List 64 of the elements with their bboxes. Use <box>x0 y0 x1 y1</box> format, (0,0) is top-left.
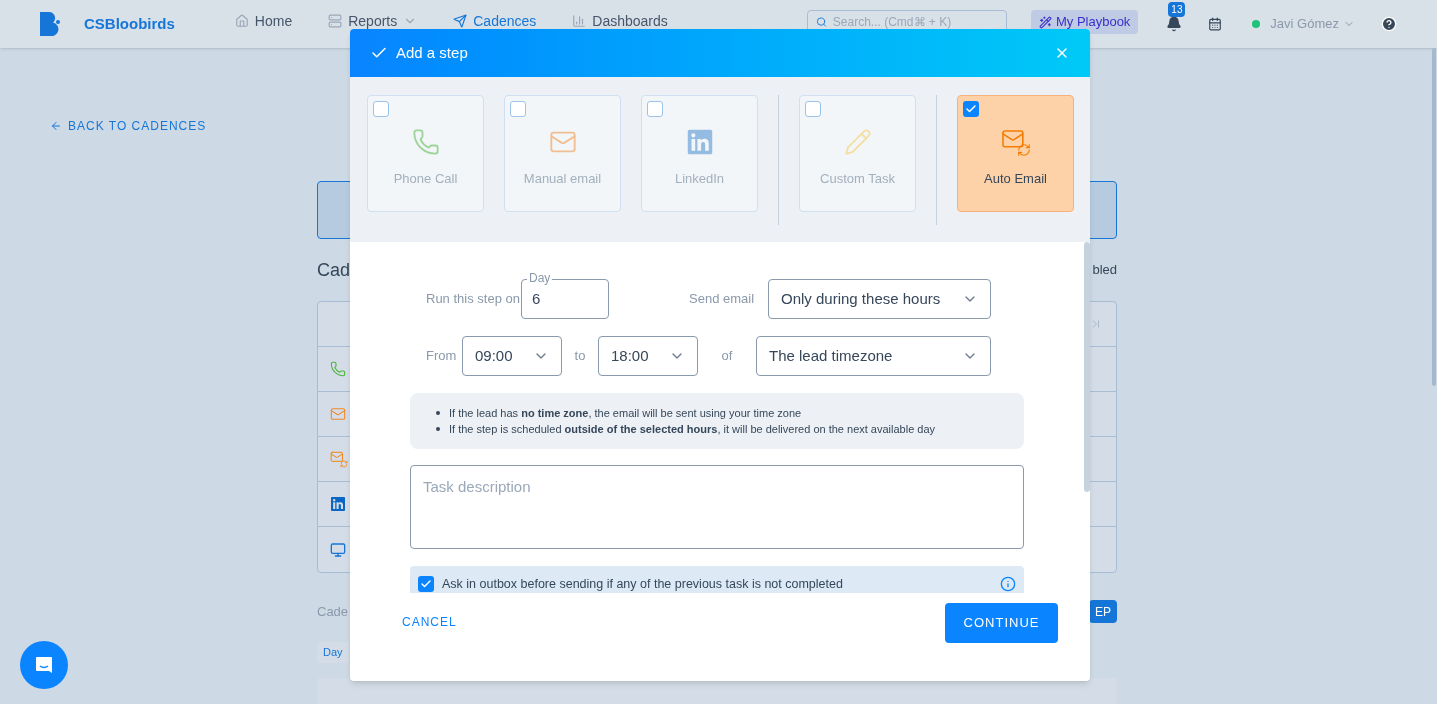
chat-icon <box>34 655 54 675</box>
info-text: If the lead has no time zone, the email will be sent using your time zone <box>449 406 802 421</box>
field-label: Send email <box>689 290 756 309</box>
send-mode-select[interactable]: Only during these hours <box>768 279 991 319</box>
linkedin-icon <box>685 127 714 156</box>
monitor-icon <box>330 541 346 558</box>
description-field[interactable]: Task description <box>410 465 1024 549</box>
checkbox[interactable] <box>418 576 434 592</box>
field-label: Run this step on <box>425 290 521 309</box>
field-label: From <box>425 347 458 366</box>
nav-link[interactable]: Reports <box>328 13 398 29</box>
dialog-title: Add a step <box>396 42 468 63</box>
step-type-card[interactable]: Auto Email <box>957 95 1074 212</box>
phone-icon <box>411 127 440 156</box>
add-step-button[interactable]: EP <box>1089 600 1117 623</box>
last-page-icon[interactable] <box>1090 318 1102 330</box>
page-title: Cad <box>317 258 351 282</box>
bar-chart-icon <box>572 14 587 28</box>
info-text: If the step is scheduled outside of the selected hours, it will be delivered on the next available day <box>449 422 936 437</box>
search-icon <box>815 16 827 28</box>
floating-label: Day <box>527 271 553 285</box>
continue-button[interactable]: CONTINUE <box>945 603 1058 643</box>
brand-name: CSBloobirds <box>84 13 175 34</box>
day-tag: Day <box>317 642 349 663</box>
nav-link[interactable]: Home <box>234 13 293 29</box>
section-label: Cade <box>317 602 349 621</box>
send-icon <box>453 14 468 28</box>
to-time-select[interactable]: 18:00 <box>598 336 698 376</box>
arrow-left-icon <box>50 120 62 132</box>
chat-button[interactable] <box>20 641 68 689</box>
bullet <box>436 427 440 431</box>
status-text: bled <box>1092 261 1117 280</box>
nav-link[interactable]: Cadences <box>453 13 537 29</box>
checkbox[interactable] <box>805 101 821 117</box>
checkbox[interactable] <box>963 101 979 117</box>
envelope-icon <box>330 406 346 422</box>
phone-icon <box>330 361 346 377</box>
calendar-icon[interactable] <box>1208 17 1223 31</box>
pencil-icon <box>843 127 872 156</box>
home-icon <box>234 14 249 28</box>
back-link[interactable]: BACK TO CADENCES <box>50 117 207 135</box>
bell-icon[interactable] <box>1166 16 1183 32</box>
nav-link[interactable]: Dashboards <box>572 13 668 29</box>
checkbox[interactable] <box>510 101 526 117</box>
envelope-refresh-icon <box>330 450 348 468</box>
field-label: of <box>720 347 734 366</box>
timezone-select[interactable]: The lead timezone <box>756 336 991 376</box>
notification-badge: 13 <box>1168 2 1186 17</box>
playbook-button[interactable]: My Playbook <box>1030 10 1139 34</box>
cancel-button[interactable]: CANCEL <box>402 613 457 631</box>
bullet <box>436 411 440 415</box>
logo-icon <box>40 12 60 36</box>
field-label: to <box>573 347 587 366</box>
checkbox[interactable] <box>647 101 663 117</box>
checkmark-icon <box>420 578 432 590</box>
checkmark-icon <box>965 103 977 115</box>
magic-wand-icon <box>1038 15 1052 29</box>
info-icon[interactable] <box>1000 576 1016 592</box>
checkbox-label: Ask in outbox before sending if any of the previous task is not completed <box>442 576 843 592</box>
help-icon[interactable] <box>1381 16 1397 32</box>
linkedin-icon <box>330 496 346 512</box>
from-time-select[interactable]: 09:00 <box>462 336 562 376</box>
stack-icon <box>328 14 343 28</box>
checkbox[interactable] <box>373 101 389 117</box>
